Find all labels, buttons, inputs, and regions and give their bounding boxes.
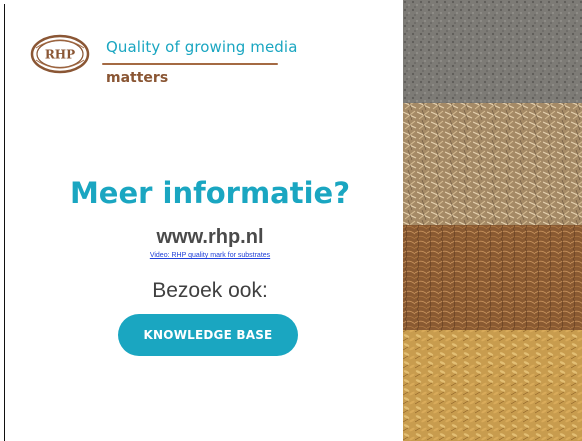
coir-fiber-photo: [403, 225, 582, 330]
slide: RHP Quality of growing media matters Mee…: [0, 0, 582, 441]
tagline-bottom: matters: [106, 70, 169, 86]
left-border: [4, 4, 5, 441]
website-text: www.rhp.nl: [156, 226, 264, 248]
knowledge-base-button[interactable]: KNOWLEDGE BASE: [118, 314, 298, 356]
tagline-top: Quality of growing media: [106, 38, 298, 56]
substrate-photo-strip: [403, 0, 582, 441]
headline: Meer informatie?: [69, 176, 351, 210]
video-link[interactable]: Video: RHP quality mark for substrates: [0, 252, 420, 259]
logo-initials: RHP: [45, 48, 75, 62]
rhp-logo: RHP: [30, 34, 90, 74]
soil-photo: [403, 0, 582, 103]
visit-label: Bezoek ook:: [152, 279, 268, 302]
rice-husk-photo: [403, 330, 582, 441]
straw-fiber-photo: [403, 103, 582, 225]
tagline-divider: [102, 63, 278, 65]
